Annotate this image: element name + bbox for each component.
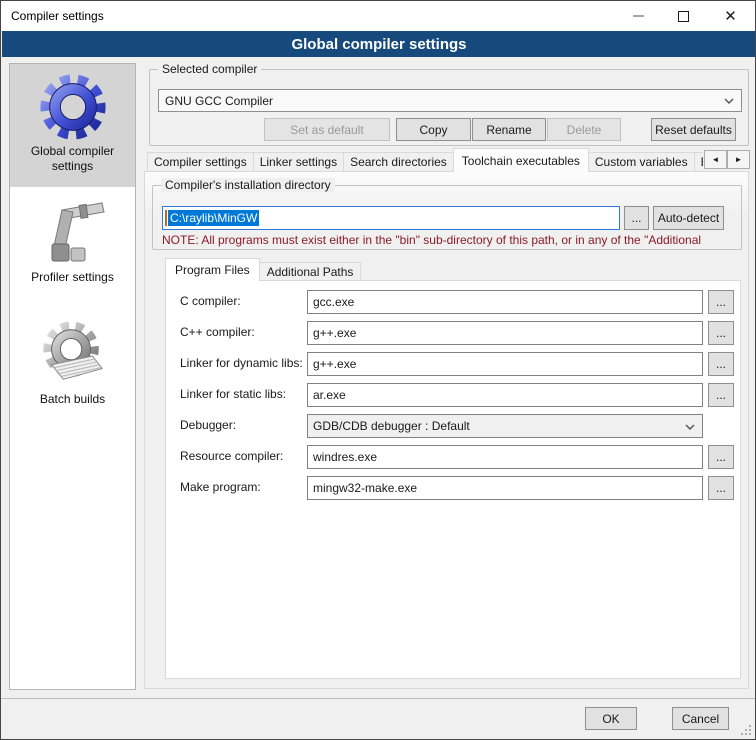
tab-scroll-left-button[interactable]: ◄	[704, 150, 727, 169]
cpp-compiler-value: g++.exe	[313, 326, 356, 340]
maximize-button[interactable]	[661, 1, 706, 31]
rename-button[interactable]: Rename	[472, 118, 546, 141]
tab-compiler-settings[interactable]: Compiler settings	[147, 152, 254, 172]
delete-button[interactable]: Delete	[547, 118, 621, 141]
resource-compiler-value: windres.exe	[313, 450, 377, 464]
resource-compiler-input[interactable]: windres.exe	[307, 445, 703, 469]
c-compiler-browse-button[interactable]: ...	[708, 290, 734, 314]
sidebar-item-batch-builds[interactable]: Batch builds	[10, 312, 135, 415]
copy-button[interactable]: Copy	[396, 118, 471, 141]
compiler-select-value: GNU GCC Compiler	[165, 94, 273, 108]
sidebar-item-label: Global compiler settings	[10, 142, 135, 182]
linker-dynamic-browse-button[interactable]: ...	[708, 352, 734, 376]
caliper-icon	[10, 198, 135, 268]
selected-compiler-group: Selected compiler GNU GCC Compiler Set a…	[149, 69, 749, 146]
gray-gear-papers-icon	[10, 320, 135, 390]
minimize-icon	[633, 15, 644, 17]
bin-subdirectory-note: NOTE: All programs must exist either in …	[162, 233, 740, 248]
linker-dynamic-input[interactable]: g++.exe	[307, 352, 703, 376]
banner-title: Global compiler settings	[291, 36, 466, 53]
files-subtabstrip: Program Files Additional Paths	[165, 258, 360, 281]
cpp-compiler-input[interactable]: g++.exe	[307, 321, 703, 345]
window-title: Compiler settings	[11, 9, 104, 23]
sidebar-item-global-compiler-settings[interactable]: Global compiler settings	[10, 64, 135, 187]
group-legend: Compiler's installation directory	[161, 178, 335, 192]
debugger-label: Debugger:	[180, 418, 236, 432]
cancel-button[interactable]: Cancel	[672, 707, 729, 730]
blue-gear-icon	[10, 72, 135, 142]
linker-dynamic-label: Linker for dynamic libs:	[180, 356, 303, 370]
compiler-settings-dialog: Compiler settings ✕ Global compiler sett…	[0, 0, 756, 740]
auto-detect-button[interactable]: Auto-detect	[653, 206, 724, 230]
make-program-value: mingw32-make.exe	[313, 481, 417, 495]
installation-directory-input[interactable]: C:\raylib\MinGW	[162, 206, 620, 230]
make-program-label: Make program:	[180, 480, 261, 494]
installation-directory-group: Compiler's installation directory C:\ray…	[152, 185, 742, 250]
linker-static-value: ar.exe	[313, 388, 346, 402]
tab-scroll-right-button[interactable]: ►	[727, 150, 750, 169]
text-caret	[165, 210, 167, 226]
c-compiler-input[interactable]: gcc.exe	[307, 290, 703, 314]
ok-button[interactable]: OK	[585, 707, 637, 730]
c-compiler-label: C compiler:	[180, 294, 241, 308]
dialog-banner: Global compiler settings	[2, 31, 756, 57]
arrow-right-icon: ►	[735, 155, 743, 164]
subtab-program-files[interactable]: Program Files	[165, 258, 260, 281]
settings-category-list: Global compiler settings Profiler settin…	[9, 63, 136, 690]
compiler-select[interactable]: GNU GCC Compiler	[158, 89, 742, 112]
titlebar[interactable]: Compiler settings ✕	[1, 1, 755, 31]
subtab-additional-paths[interactable]: Additional Paths	[259, 262, 362, 281]
sidebar-item-label: Batch builds	[10, 390, 135, 415]
resource-compiler-browse-button[interactable]: ...	[708, 445, 734, 469]
set-as-default-button[interactable]: Set as default	[264, 118, 390, 141]
arrow-left-icon: ◄	[712, 155, 720, 164]
linker-static-input[interactable]: ar.exe	[307, 383, 703, 407]
linker-dynamic-value: g++.exe	[313, 357, 356, 371]
close-icon: ✕	[724, 9, 737, 24]
sidebar-item-label: Profiler settings	[10, 268, 135, 293]
settings-tabstrip: Compiler settings Linker settings Search…	[147, 148, 703, 172]
chevron-down-icon	[685, 424, 695, 430]
make-program-browse-button[interactable]: ...	[708, 476, 734, 500]
tab-linker-settings[interactable]: Linker settings	[253, 152, 344, 172]
resource-compiler-label: Resource compiler:	[180, 449, 283, 463]
cpp-compiler-browse-button[interactable]: ...	[708, 321, 734, 345]
close-button[interactable]: ✕	[708, 1, 753, 31]
c-compiler-value: gcc.exe	[313, 295, 354, 309]
make-program-input[interactable]: mingw32-make.exe	[307, 476, 703, 500]
tab-toolchain-executables[interactable]: Toolchain executables	[453, 148, 589, 172]
maximize-icon	[678, 11, 689, 22]
debugger-value: GDB/CDB debugger : Default	[313, 419, 470, 433]
reset-defaults-button[interactable]: Reset defaults	[651, 118, 736, 141]
selected-path-text: C:\raylib\MinGW	[168, 210, 259, 226]
chevron-down-icon	[724, 98, 734, 104]
tab-search-directories[interactable]: Search directories	[343, 152, 454, 172]
linker-static-browse-button[interactable]: ...	[708, 383, 734, 407]
tab-custom-variables[interactable]: Custom variables	[588, 152, 695, 172]
program-files-page: C compiler: gcc.exe ... C++ compiler: g+…	[165, 280, 741, 679]
sidebar-item-profiler-settings[interactable]: Profiler settings	[10, 194, 135, 293]
cpp-compiler-label: C++ compiler:	[180, 325, 255, 339]
group-legend: Selected compiler	[158, 62, 261, 76]
linker-static-label: Linker for static libs:	[180, 387, 286, 401]
resize-grip[interactable]	[741, 725, 751, 735]
debugger-select[interactable]: GDB/CDB debugger : Default	[307, 414, 703, 438]
minimize-button[interactable]	[616, 1, 661, 31]
footer-divider	[1, 698, 756, 699]
tab-build-options[interactable]: Build options	[694, 152, 703, 172]
browse-directory-button[interactable]: ...	[624, 206, 649, 230]
